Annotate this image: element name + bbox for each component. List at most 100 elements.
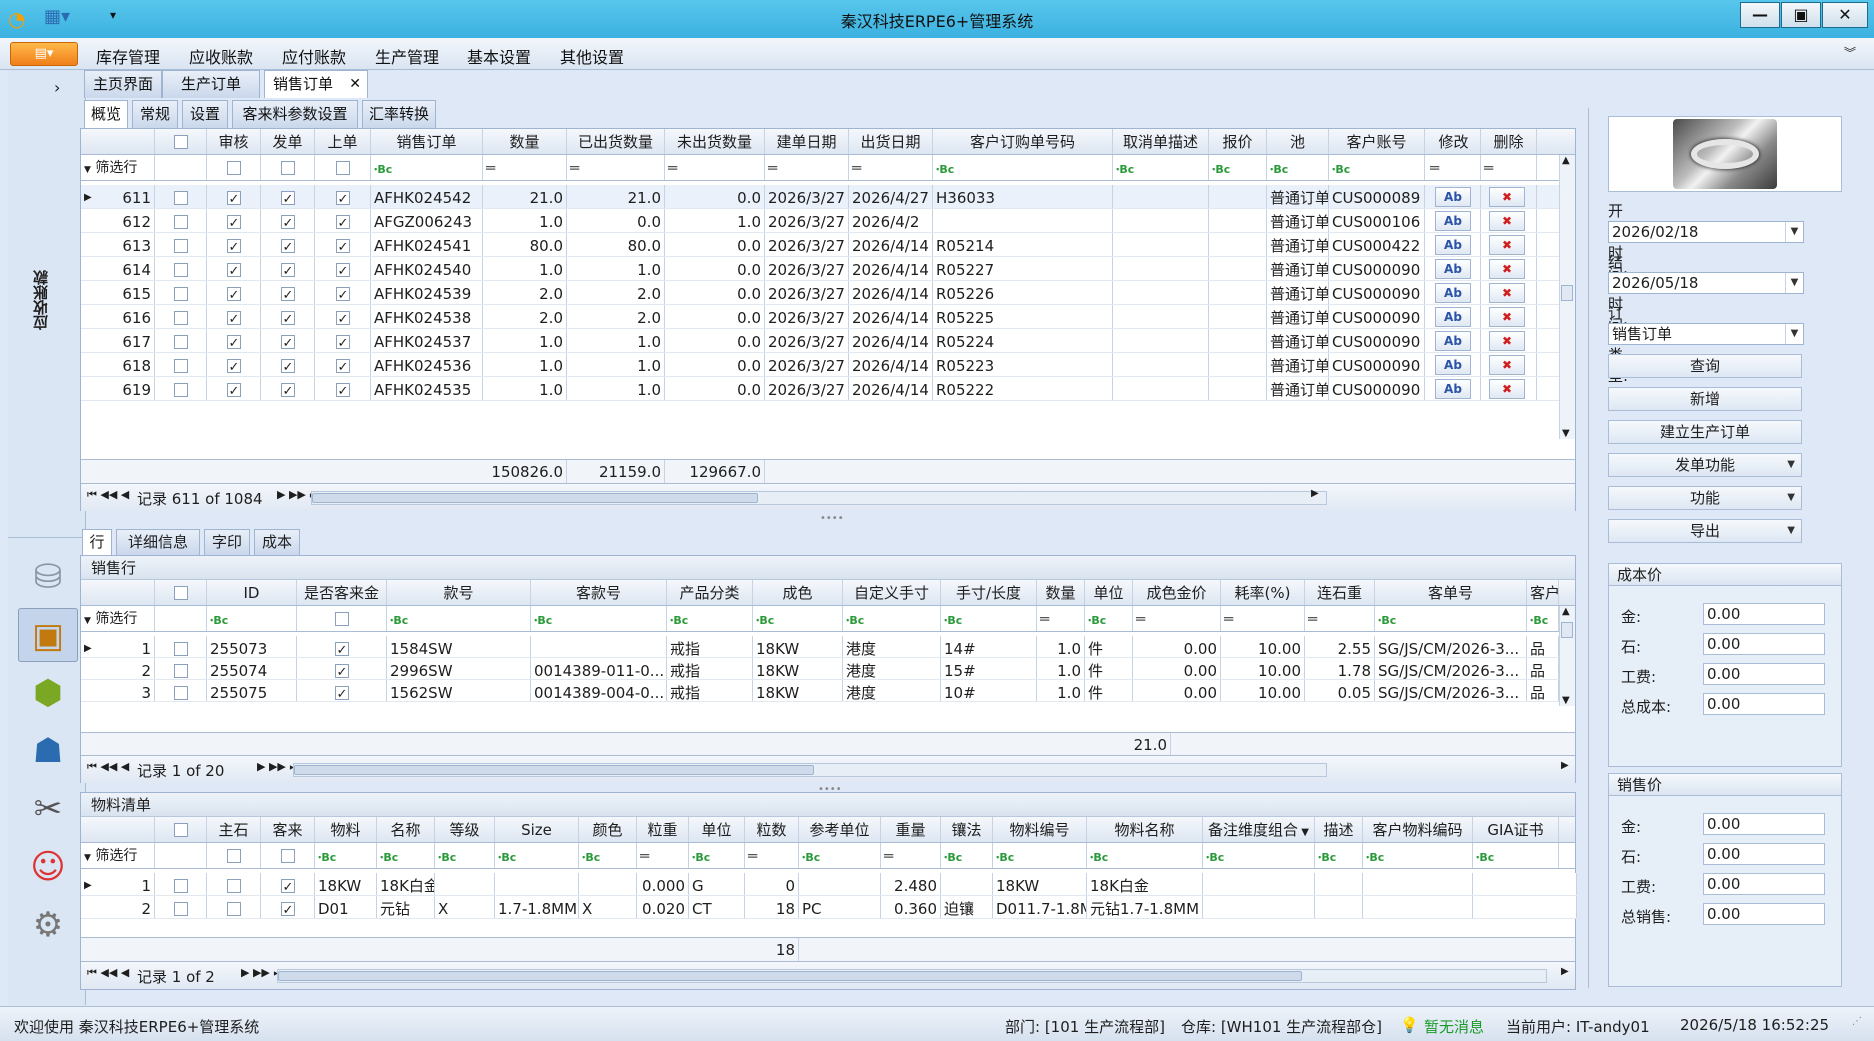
- col-qty[interactable]: 数量: [1037, 580, 1085, 605]
- app-menu-button[interactable]: ▤▾: [10, 42, 78, 66]
- col-delete[interactable]: 删除: [1481, 129, 1537, 154]
- filter-icon[interactable]: ꞏBc: [944, 608, 962, 631]
- database-icon[interactable]: ⛁: [18, 550, 78, 604]
- gear-icon[interactable]: ⚙: [18, 898, 78, 952]
- col-cancel-desc[interactable]: 取消单描述: [1113, 129, 1209, 154]
- col-purity[interactable]: 成色: [753, 580, 843, 605]
- col-name[interactable]: 名称: [377, 817, 435, 842]
- edit-icon[interactable]: Ab: [1435, 331, 1471, 351]
- table-row[interactable]: 618AFHK0245361.01.00.02026/3/272026/4/14…: [81, 353, 1559, 377]
- col-customer-material-code[interactable]: 客户物料编码: [1363, 817, 1473, 842]
- col-gold-price[interactable]: 成色金价: [1133, 580, 1221, 605]
- filter-icon[interactable]: ꞏBc: [498, 845, 516, 868]
- tab-sales-order[interactable]: 销售订单 ✕: [264, 70, 368, 98]
- col-custom-size[interactable]: 自定义手寸: [843, 580, 941, 605]
- col-cust-supplied[interactable]: 客来: [261, 817, 315, 842]
- end-date-input[interactable]: 2026/05/18 ▼: [1608, 272, 1804, 294]
- audit-checkbox[interactable]: [226, 187, 241, 208]
- upload-checkbox[interactable]: [335, 331, 350, 352]
- filter-icon[interactable]: ꞏBc: [1366, 845, 1384, 868]
- filter-icon[interactable]: ꞏBc: [380, 845, 398, 868]
- tab-lines[interactable]: 行: [82, 529, 112, 555]
- col-description[interactable]: 描述: [1315, 817, 1363, 842]
- filter-icon[interactable]: ꞏBc: [1090, 845, 1108, 868]
- filter-equals-icon[interactable]: ═: [768, 159, 777, 177]
- delete-icon[interactable]: ✖: [1489, 331, 1525, 351]
- cust-supplied-checkbox[interactable]: [280, 898, 295, 918]
- upload-checkbox[interactable]: [335, 379, 350, 400]
- start-date-input[interactable]: 2026/02/18 ▼: [1608, 221, 1804, 243]
- users-icon[interactable]: ☺: [18, 840, 78, 894]
- col-customer-gold[interactable]: 是否客来金: [297, 580, 387, 605]
- sales-lines-hscroll[interactable]: [293, 763, 1327, 777]
- col-edit[interactable]: 修改: [1427, 129, 1481, 154]
- functions-button[interactable]: 功能 ▼: [1608, 486, 1802, 510]
- upload-checkbox[interactable]: [335, 307, 350, 328]
- filter-icon[interactable]: ꞏBc: [1212, 157, 1230, 180]
- tools-icon[interactable]: ✂: [18, 782, 78, 836]
- table-row[interactable]: 2 255074 2996SW0014389-011-0...戒指18KW港度15#…: [81, 658, 1559, 680]
- audit-checkbox[interactable]: [226, 283, 241, 304]
- filter-icon[interactable]: ꞏBc: [846, 608, 864, 631]
- delete-icon[interactable]: ✖: [1489, 259, 1525, 279]
- col-quantity[interactable]: 数量: [483, 129, 567, 154]
- col-unit[interactable]: 单位: [689, 817, 745, 842]
- filter-equals-icon[interactable]: ═: [1040, 610, 1049, 628]
- issue-checkbox[interactable]: [280, 259, 295, 280]
- filter-icon[interactable]: ꞏBc: [1088, 608, 1106, 631]
- sale-gold-field[interactable]: 0.00: [1703, 813, 1825, 835]
- filter-icon[interactable]: ꞏBc: [582, 845, 600, 868]
- table-row[interactable]: 615AFHK0245392.02.00.02026/3/272026/4/14…: [81, 281, 1559, 305]
- col-upload[interactable]: 上单: [315, 129, 371, 154]
- filter-equals-icon[interactable]: ═: [884, 847, 893, 865]
- box-add-icon[interactable]: ⬢: [18, 666, 78, 720]
- minimize-button[interactable]: —: [1740, 2, 1780, 28]
- col-customer-style[interactable]: 客款号: [531, 580, 667, 605]
- filter-funnel-icon[interactable]: ▼: [1298, 827, 1309, 838]
- cost-gold-field[interactable]: 0.00: [1703, 603, 1825, 625]
- delete-icon[interactable]: ✖: [1489, 187, 1525, 207]
- filter-icon[interactable]: ꞏBc: [1378, 608, 1396, 631]
- audit-checkbox[interactable]: [226, 355, 241, 376]
- filter-icon[interactable]: ꞏBc: [390, 608, 408, 631]
- row-select-checkbox[interactable]: [173, 358, 188, 373]
- edit-icon[interactable]: Ab: [1435, 235, 1471, 255]
- col-grade[interactable]: 等级: [435, 817, 495, 842]
- tab-engraving[interactable]: 字印: [204, 529, 250, 555]
- col-gia-cert[interactable]: GIA证书: [1473, 817, 1559, 842]
- issue-functions-button[interactable]: 发单功能 ▼: [1608, 453, 1802, 477]
- nav-buttons[interactable]: ⏮ ◀◀ ◀: [87, 488, 129, 502]
- orders-vscroll[interactable]: ▲ ▼: [1559, 155, 1575, 439]
- filter-equals-icon[interactable]: ═: [640, 847, 649, 865]
- scroll-right-icon[interactable]: ▶: [1561, 760, 1569, 771]
- dropdown-arrow-icon[interactable]: ▼: [1785, 273, 1803, 293]
- cost-total-field[interactable]: 0.00: [1703, 693, 1825, 715]
- col-remark-dimension[interactable]: 备注维度组合 ▼: [1203, 817, 1315, 842]
- col-stone-weight[interactable]: 连石重: [1305, 580, 1375, 605]
- row-select-checkbox[interactable]: [173, 214, 188, 229]
- audit-checkbox[interactable]: [226, 259, 241, 280]
- filter-icon[interactable]: ꞏBc: [318, 845, 336, 868]
- col-loss-rate[interactable]: 耗率(%): [1221, 580, 1305, 605]
- issue-checkbox[interactable]: [280, 379, 295, 400]
- query-button[interactable]: 查询: [1608, 354, 1802, 378]
- delete-icon[interactable]: ✖: [1489, 283, 1525, 303]
- tab-overview[interactable]: 概览: [84, 100, 128, 128]
- order-type-select[interactable]: 销售订单 ▼: [1608, 323, 1804, 345]
- filter-equals-icon[interactable]: ═: [570, 159, 579, 177]
- tab-general[interactable]: 常规: [132, 100, 178, 128]
- col-audit[interactable]: 审核: [207, 129, 261, 154]
- filter-icon[interactable]: ꞏBc: [802, 845, 820, 868]
- col-created-date[interactable]: 建单日期: [765, 129, 849, 154]
- col-customer-order[interactable]: 客单号: [1375, 580, 1527, 605]
- cost-stone-field[interactable]: 0.00: [1703, 633, 1825, 655]
- sale-stone-field[interactable]: 0.00: [1703, 843, 1825, 865]
- table-row[interactable]: 616AFHK0245382.02.00.02026/3/272026/4/14…: [81, 305, 1559, 329]
- row-select-checkbox[interactable]: [173, 262, 188, 277]
- close-tab-icon[interactable]: ✕: [349, 71, 361, 98]
- table-row[interactable]: 612AFGZ0062431.00.01.02026/3/272026/4/2普…: [81, 209, 1559, 233]
- col-issue[interactable]: 发单: [261, 129, 315, 154]
- cell-id[interactable]: 255073: [207, 636, 297, 657]
- col-ship-date[interactable]: 出货日期: [849, 129, 933, 154]
- filter-equals-icon[interactable]: ═: [1136, 610, 1145, 628]
